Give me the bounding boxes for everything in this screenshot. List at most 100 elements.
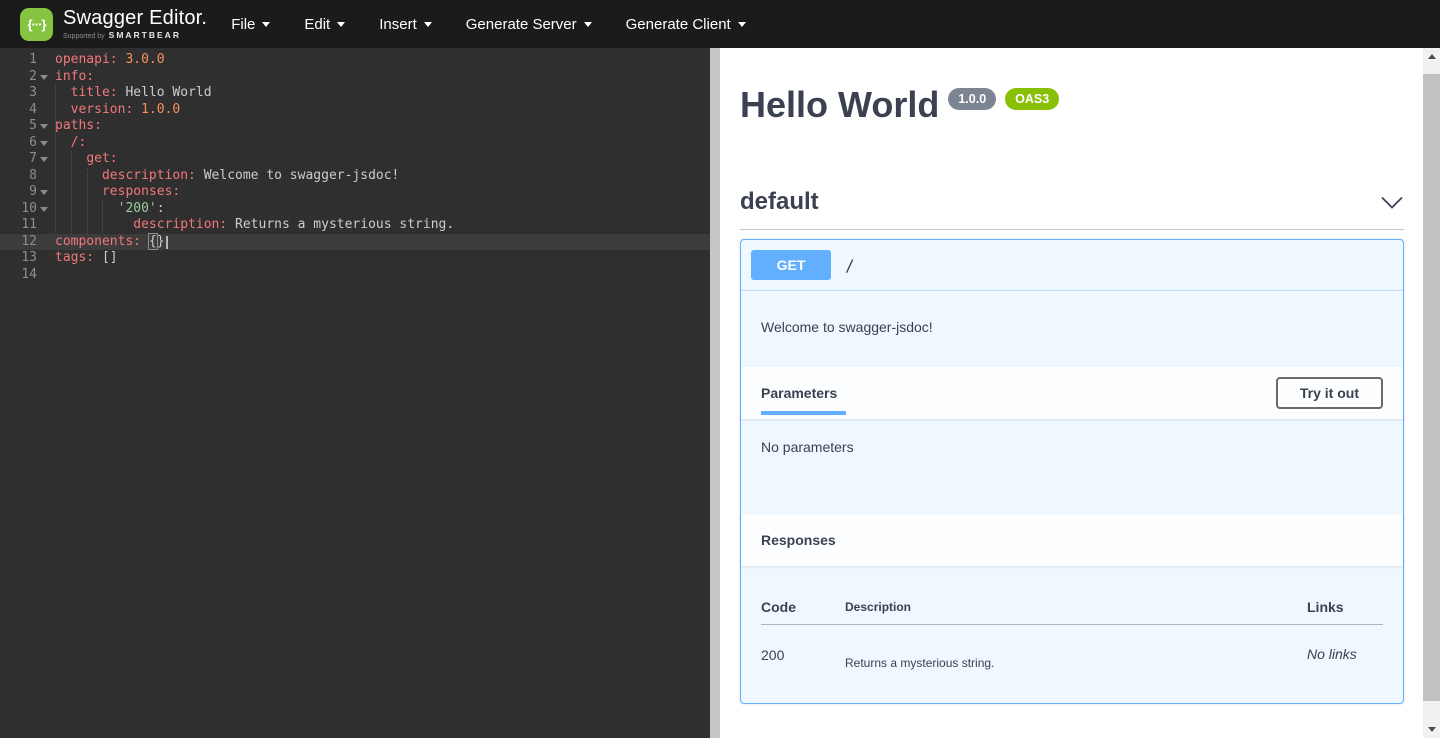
gutter-line-number: 1 [0, 52, 50, 69]
gutter-line-number: 14 [0, 267, 50, 284]
method-badge: GET [751, 250, 831, 280]
triangle-down-icon [1428, 727, 1436, 732]
supported-by-label: Supported by [63, 33, 105, 40]
menu-file[interactable]: File [231, 16, 270, 33]
editor-line[interactable]: 11 description: Returns a mysterious str… [0, 217, 710, 234]
tag-section-default[interactable]: default [740, 188, 1404, 230]
code-line[interactable]: get: [50, 151, 710, 168]
code-line[interactable]: components: {} [50, 234, 710, 251]
editor-line[interactable]: 7 get: [0, 151, 710, 168]
editor-line[interactable]: 12components: {} [0, 234, 710, 251]
smartbear-brand: SMARTBEAR [109, 31, 181, 40]
gutter-line-number: 11 [0, 217, 50, 234]
operation-path: / [845, 256, 855, 275]
menu-insert[interactable]: Insert [379, 16, 432, 33]
response-row: 200Returns a mysterious string.No links [761, 625, 1383, 684]
editor-line[interactable]: 10 '200': [0, 201, 710, 218]
app-title: Swagger Editor. [63, 8, 207, 28]
triangle-up-icon [1428, 54, 1436, 59]
tab-underline [761, 411, 846, 415]
code-line[interactable]: '200': [50, 201, 710, 218]
topbar: {···} Swagger Editor. Supported by SMART… [0, 0, 1440, 48]
menu-label: Edit [304, 16, 330, 33]
swagger-logo: {···} Swagger Editor. Supported by SMART… [20, 8, 207, 41]
col-header-links: Links [1307, 586, 1383, 625]
fold-toggle-icon[interactable] [40, 75, 48, 80]
code-line[interactable]: title: Hello World [50, 85, 710, 102]
swagger-ui-preview: Hello World1.0.0OAS3 default GET / Welco… [720, 48, 1440, 738]
editor-line[interactable]: 2info: [0, 69, 710, 86]
code-line[interactable]: tags: [] [50, 250, 710, 267]
editor-line[interactable]: 8 description: Welcome to swagger-jsdoc! [0, 168, 710, 185]
indent-guide [87, 168, 88, 234]
gutter-line-number: 12 [0, 234, 50, 251]
fold-toggle-icon[interactable] [40, 207, 48, 212]
editor-line[interactable]: 9 responses: [0, 184, 710, 201]
try-it-out-button[interactable]: Try it out [1276, 377, 1383, 409]
code-line[interactable] [50, 267, 710, 284]
gutter-line-number: 3 [0, 85, 50, 102]
editor-line[interactable]: 1openapi: 3.0.0 [0, 52, 710, 69]
yaml-editor[interactable]: 1openapi: 3.0.02info:3 title: Hello Worl… [0, 48, 710, 738]
operation-get: GET / Welcome to swagger-jsdoc! Paramete… [740, 239, 1404, 704]
menu-label: Insert [379, 16, 417, 33]
scroll-up-button[interactable] [1423, 48, 1440, 65]
gutter-line-number: 4 [0, 102, 50, 119]
no-parameters-message: No parameters [741, 419, 1403, 514]
tab-parameters[interactable]: Parameters [761, 385, 837, 401]
menu-generate-server[interactable]: Generate Server [466, 16, 592, 33]
col-header-description: Description [845, 586, 1307, 625]
collapse-chevron-icon[interactable] [1380, 196, 1404, 209]
gutter-line-number: 5 [0, 118, 50, 135]
editor-line[interactable]: 13tags: [] [0, 250, 710, 267]
code-line[interactable]: responses: [50, 184, 710, 201]
gutter-line-number: 6 [0, 135, 50, 152]
responses-table-wrap: Code Description Links 200Returns a myst… [741, 566, 1403, 703]
editor-line[interactable]: 3 title: Hello World [0, 85, 710, 102]
parameters-header: Parameters Try it out [741, 367, 1403, 419]
code-line[interactable]: info: [50, 69, 710, 86]
operation-description: Welcome to swagger-jsdoc! [741, 291, 1403, 367]
pane-splitter[interactable] [710, 48, 720, 738]
editor-line[interactable]: 5paths: [0, 118, 710, 135]
menu-label: Generate Client [626, 16, 731, 33]
code-line[interactable]: description: Welcome to swagger-jsdoc! [50, 168, 710, 185]
col-header-code: Code [761, 586, 845, 625]
scrollbar-thumb[interactable] [1423, 74, 1440, 701]
response-desc: Returns a mysterious string. [845, 625, 1307, 684]
responses-table: Code Description Links 200Returns a myst… [761, 586, 1383, 683]
fold-toggle-icon[interactable] [40, 141, 48, 146]
fold-toggle-icon[interactable] [40, 124, 48, 129]
code-line[interactable]: /: [50, 135, 710, 152]
editor-lines: 1openapi: 3.0.02info:3 title: Hello Worl… [0, 52, 710, 283]
text-cursor [166, 236, 168, 249]
code-line[interactable]: version: 1.0.0 [50, 102, 710, 119]
scroll-down-button[interactable] [1423, 721, 1440, 738]
gutter-line-number: 2 [0, 69, 50, 86]
fold-toggle-icon[interactable] [40, 157, 48, 162]
editor-line[interactable]: 14 [0, 267, 710, 284]
caret-down-icon [424, 22, 432, 27]
fold-toggle-icon[interactable] [40, 190, 48, 195]
api-title: Hello World [740, 84, 939, 125]
gutter-line-number: 10 [0, 201, 50, 218]
gutter-line-number: 7 [0, 151, 50, 168]
gutter-line-number: 9 [0, 184, 50, 201]
caret-down-icon [584, 22, 592, 27]
menu-edit[interactable]: Edit [304, 16, 345, 33]
editor-line[interactable]: 4 version: 1.0.0 [0, 102, 710, 119]
code-line[interactable]: openapi: 3.0.0 [50, 52, 710, 69]
caret-down-icon [262, 22, 270, 27]
indent-guide [55, 85, 56, 234]
code-line[interactable]: description: Returns a mysterious string… [50, 217, 710, 234]
gutter-line-number: 13 [0, 250, 50, 267]
editor-line[interactable]: 6 /: [0, 135, 710, 152]
page-scrollbar[interactable] [1423, 48, 1440, 738]
menu-generate-client[interactable]: Generate Client [626, 16, 746, 33]
caret-down-icon [738, 22, 746, 27]
code-line[interactable]: paths: [50, 118, 710, 135]
operation-summary[interactable]: GET / [741, 240, 1403, 291]
topbar-menu: File Edit Insert Generate Server Generate Cl… [231, 16, 746, 33]
response-links: No links [1307, 625, 1383, 684]
indent-guide [71, 151, 72, 234]
